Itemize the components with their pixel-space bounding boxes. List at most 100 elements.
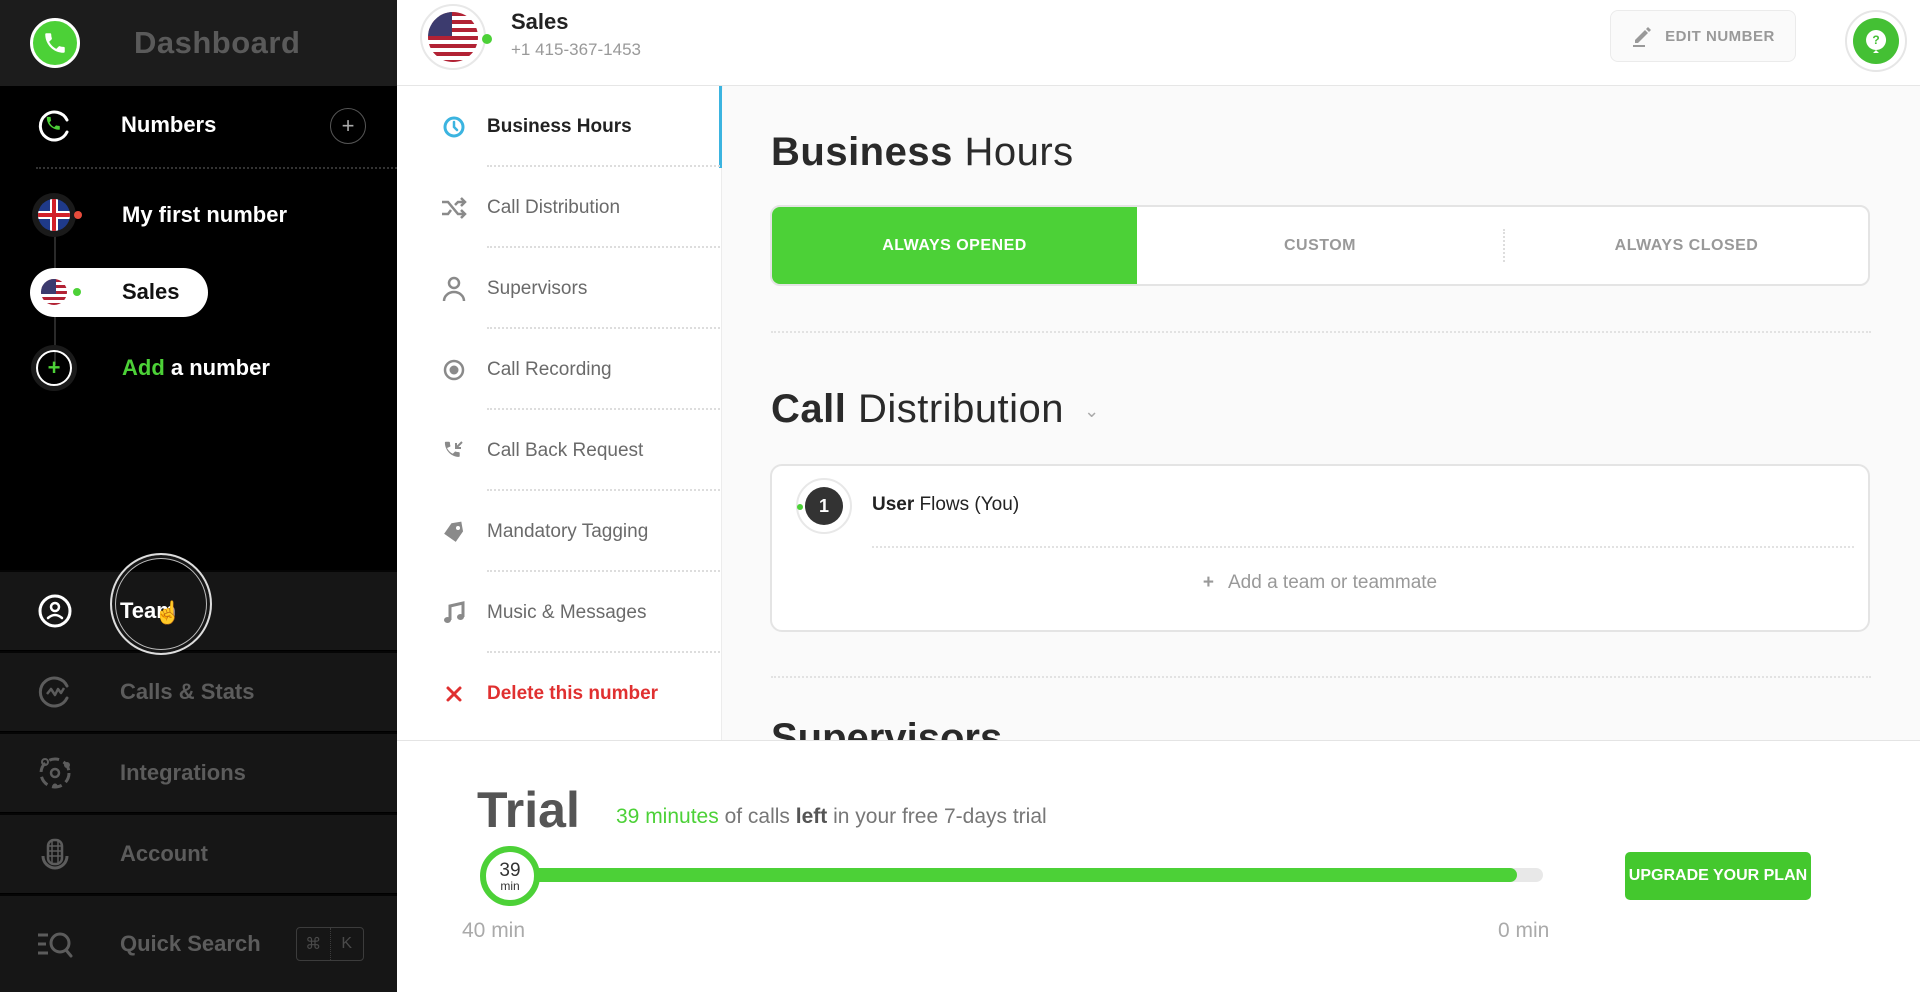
number-label: Sales [122, 279, 180, 304]
k-key: K [341, 935, 353, 952]
rank-number: 1 [805, 487, 843, 525]
phone-logo-icon[interactable] [30, 18, 80, 68]
phone-number: +1 415-367-1453 [511, 40, 641, 59]
subnav-label: Call Distribution [487, 196, 621, 218]
trial-banner: Trial 39 minutes of calls left in your f… [397, 740, 1920, 992]
sidebar-divider [36, 167, 397, 169]
msg-bold: left [795, 805, 828, 828]
nav-label: Quick Search [120, 931, 261, 956]
add-team-or-teammate-button[interactable]: + Add a team or teammate [772, 572, 1868, 594]
add-a-number-link[interactable]: + Add a number [0, 343, 397, 393]
edit-number-button[interactable]: EDIT NUMBER [1610, 10, 1796, 62]
subnav-call-recording[interactable]: Call Recording [397, 329, 720, 410]
upgrade-plan-button[interactable]: UPGRADE YOUR PLAN [1625, 852, 1811, 900]
section-divider [771, 331, 1871, 333]
number-name: Sales [511, 9, 569, 34]
dashboard-title[interactable]: Dashboard [134, 25, 300, 61]
nav-label: Account [120, 841, 208, 866]
numbers-section-header: Numbers + [0, 100, 397, 150]
sidebar-header: Dashboard [0, 0, 397, 86]
subnav-label: Business Hours [487, 115, 632, 137]
keyboard-shortcut-badge: ⌘ K [296, 927, 364, 961]
delete-number-label: Delete this number [487, 682, 659, 704]
person-icon [441, 276, 467, 302]
entry-type: User [872, 494, 915, 515]
status-dot-online [73, 288, 81, 296]
progress-end-label: 0 min [1498, 919, 1550, 942]
add-number-label: Add a number [122, 355, 270, 381]
subnav-label: Mandatory Tagging [487, 520, 649, 542]
subnav-business-hours[interactable]: Business Hours [397, 86, 720, 167]
trial-message: 39 minutes of calls left in your free 7-… [616, 805, 1047, 829]
sidebar-item-quick-search[interactable]: Quick Search ⌘ K [0, 894, 397, 992]
shuffle-icon [441, 195, 467, 221]
number-item-my-first-number[interactable]: My first number [0, 190, 397, 240]
number-label: My first number [122, 202, 288, 227]
sidebar-item-integrations[interactable]: Integrations [0, 732, 397, 812]
add-rest: a number [164, 355, 270, 380]
subnav-label: Call Back Request [487, 439, 644, 461]
msg-part: in your free 7-days trial [827, 805, 1047, 828]
msg-part: of calls [718, 805, 796, 828]
subnav-supervisors[interactable]: Supervisors [397, 248, 720, 329]
card-divider [872, 546, 1854, 548]
numbers-phone-icon [38, 110, 69, 142]
trial-progress-knob: 39 min [480, 846, 540, 906]
add-accent: Add [122, 355, 165, 380]
entry-name: Flows (You) [914, 494, 1020, 515]
business-hours-selector: ALWAYS OPENED CUSTOM ALWAYS CLOSED [770, 205, 1870, 286]
account-icon [36, 835, 74, 873]
number-settings-nav: Business Hours Call Distribution Supervi… [397, 86, 722, 740]
title-bold: Call [771, 387, 847, 431]
sidebar-item-calls-stats[interactable]: Calls & Stats [0, 651, 397, 731]
plus-circle-icon: + [36, 350, 72, 386]
option-custom[interactable]: CUSTOM [1137, 207, 1503, 284]
sidebar-item-account[interactable]: Account [0, 813, 397, 893]
call-distribution-title[interactable]: Call Distribution ⌄ [771, 387, 1100, 432]
number-flag [32, 270, 76, 314]
knob-unit: min [500, 878, 520, 893]
subnav-mandatory-tagging[interactable]: Mandatory Tagging [397, 491, 720, 572]
status-dot-online [797, 504, 803, 510]
chevron-down-icon[interactable]: ⌄ [1084, 401, 1100, 422]
subnav-call-distribution[interactable]: Call Distribution [397, 167, 720, 248]
distribution-entry[interactable]: User Flows (You) [872, 494, 1019, 516]
sidebar-item-team[interactable]: Team [0, 570, 397, 650]
subnav-music-messages[interactable]: Music & Messages [397, 572, 720, 653]
business-hours-title: Business Hours [771, 130, 1074, 175]
delete-number-button[interactable]: Delete this number [397, 653, 720, 734]
minutes-left: 39 minutes [616, 805, 719, 828]
us-flag-icon [428, 12, 478, 62]
uk-flag-icon [38, 199, 70, 231]
title-light: Hours [952, 130, 1074, 174]
title-light: Distribution [846, 387, 1065, 431]
user-circle-icon [36, 592, 74, 630]
integrations-icon [36, 754, 74, 792]
svg-text:?: ? [1872, 33, 1879, 47]
progress-start-label: 40 min [462, 919, 526, 942]
close-icon [441, 681, 467, 707]
settings-content: Business Hours ALWAYS OPENED CUSTOM ALWA… [723, 86, 1920, 740]
us-flag-icon [41, 279, 67, 305]
option-always-opened[interactable]: ALWAYS OPENED [772, 207, 1137, 284]
number-item-sales[interactable]: Sales [0, 267, 397, 317]
edit-number-label: EDIT NUMBER [1665, 27, 1775, 45]
status-dot-offline [74, 211, 82, 219]
subnav-label: Supervisors [487, 277, 588, 299]
knob-value: 39 [499, 859, 521, 881]
stats-icon [36, 673, 74, 711]
header-flag [420, 4, 492, 70]
hand-cursor-icon: ☝ [154, 600, 182, 625]
help-button[interactable]: ? [1845, 10, 1907, 72]
option-always-closed[interactable]: ALWAYS CLOSED [1505, 207, 1868, 284]
plus-icon: + [1202, 572, 1214, 593]
number-header: Sales +1 415-367-1453 EDIT NUMBER ? [397, 0, 1920, 86]
subnav-label: Music & Messages [487, 601, 647, 623]
add-number-button[interactable]: + [330, 108, 366, 144]
pencil-icon [1633, 27, 1652, 47]
status-dot-online [482, 34, 492, 44]
subnav-call-back-request[interactable]: Call Back Request [397, 410, 720, 491]
nav-label: Calls & Stats [120, 679, 255, 704]
app-root: Dashboard Numbers + My first number Sale… [0, 0, 1920, 992]
tag-icon [441, 519, 467, 545]
